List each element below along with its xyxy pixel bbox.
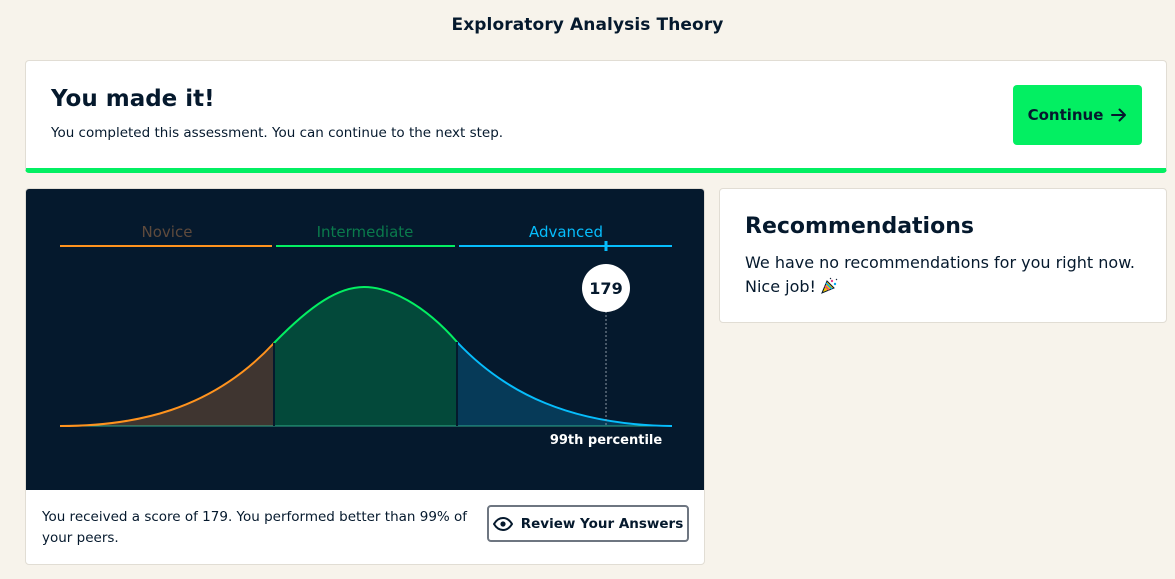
level-label-intermediate: Intermediate — [317, 223, 414, 241]
distribution-svg: Novice Intermediate Advanced 179 99th pe… — [59, 223, 673, 448]
level-label-advanced: Advanced — [529, 223, 603, 241]
recommendations-line-2: Nice job! — [745, 277, 816, 296]
continue-label: Continue — [1027, 106, 1104, 124]
review-answers-button[interactable]: Review Your Answers — [487, 505, 689, 542]
completion-card: You made it! You completed this assessme… — [25, 60, 1167, 173]
page-title: Exploratory Analysis Theory — [451, 15, 724, 35]
continue-button[interactable]: Continue — [1013, 85, 1142, 145]
score-value: 179 — [589, 279, 622, 298]
recommendations-message: We have no recommendations for you right… — [745, 251, 1145, 299]
level-label-novice: Novice — [142, 223, 193, 241]
percentile-label: 99th percentile — [550, 433, 663, 448]
score-distribution-chart: Novice Intermediate Advanced 179 99th pe… — [26, 189, 704, 490]
recommendations-card: Recommendations We have no recommendatio… — [719, 188, 1167, 323]
review-answers-label: Review Your Answers — [520, 515, 684, 532]
score-summary: You received a score of 179. You perform… — [42, 509, 468, 546]
completion-message: You completed this assessment. You can c… — [51, 125, 504, 141]
advanced-region — [457, 342, 672, 426]
arrow-right-icon — [1111, 108, 1127, 122]
score-card: Novice Intermediate Advanced 179 99th pe… — [25, 188, 705, 565]
recommendations-title: Recommendations — [745, 214, 974, 239]
recommendations-line-1: We have no recommendations for you right… — [745, 253, 1135, 272]
eye-icon — [492, 516, 513, 531]
recommendations-line-2-wrap: Nice job! — [745, 275, 1145, 299]
intermediate-region — [274, 287, 457, 426]
party-popper-icon — [821, 277, 838, 294]
novice-region — [60, 343, 274, 426]
completion-heading: You made it! — [51, 86, 215, 112]
